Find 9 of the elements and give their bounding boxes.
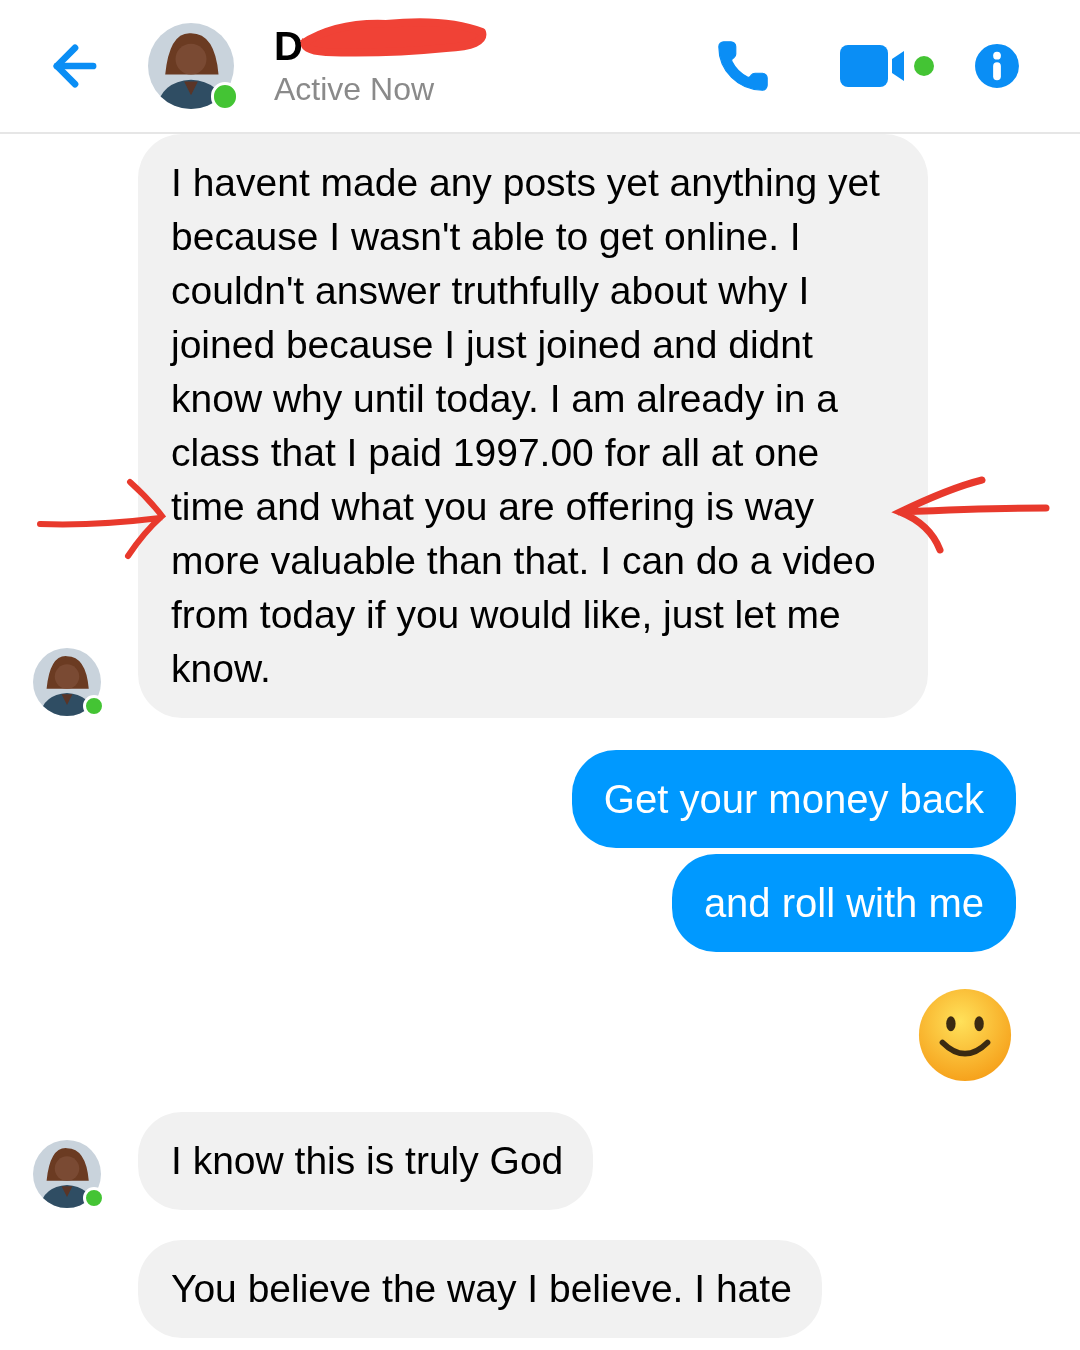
message-bubble: and roll with me bbox=[671, 854, 1016, 952]
message-bubble: I havent made any posts yet anything yet because I wasn't able to get online. I couldn't answer truthfully about why I joined because I just joined and didnt know why until today. I am already in a class that I paid 1997.00 for all at one time and what you are offering is way more valuable than that. I can do a video from today if you would like, just let me know. bbox=[138, 134, 928, 718]
contact-name: D bbox=[274, 23, 303, 69]
smiley-icon bbox=[918, 988, 1012, 1082]
message-bubble: I know this is truly God bbox=[138, 1112, 594, 1210]
message-bubble: You believe the way I believe. I hate bbox=[138, 1240, 822, 1338]
status-text: Active Now bbox=[274, 70, 435, 109]
video-call-icon[interactable] bbox=[840, 43, 936, 89]
message-bubble: Get your money back bbox=[571, 750, 1016, 848]
